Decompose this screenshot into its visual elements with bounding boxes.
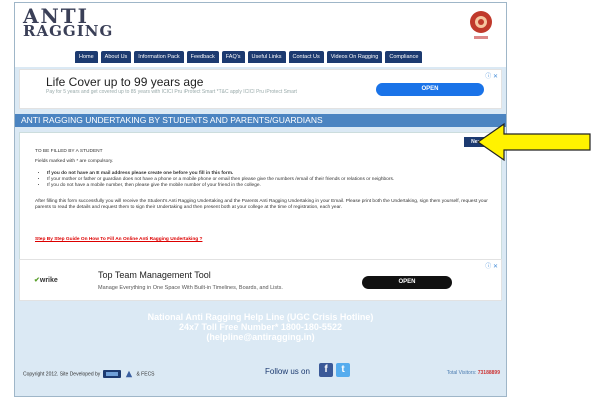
- page-frame: ANTI RAGGING Home About Us Information P…: [14, 2, 507, 397]
- visitors-count: 73188899: [477, 370, 500, 376]
- nav-home[interactable]: Home: [75, 51, 98, 63]
- ad-banner-top[interactable]: ⓘ ✕ Life Cover up to 99 years age Pay fo…: [19, 69, 502, 109]
- nav-faqs[interactable]: FAQ's: [221, 51, 245, 63]
- ad-subtext: Manage Everything in One Space With Buil…: [98, 285, 283, 291]
- twitter-icon[interactable]: t: [336, 363, 350, 377]
- facebook-icon[interactable]: f: [319, 363, 333, 377]
- logo-line2: RAGGING: [23, 22, 114, 40]
- ugc-emblem-icon: [466, 9, 496, 43]
- guide-link[interactable]: Step By Step Guide On How To Fill An Onl…: [35, 237, 202, 243]
- nav-feedback[interactable]: Feedback: [186, 51, 219, 63]
- nav-information-pack[interactable]: Information Pack: [134, 51, 184, 63]
- pointer-arrow-icon: [476, 122, 591, 162]
- ad-subtext: Pay for 5 years and get covered up to 85…: [46, 89, 297, 95]
- wrike-logo: ✔wrike: [34, 277, 58, 284]
- nav-videos-on-ragging[interactable]: Videos On Ragging: [326, 51, 383, 63]
- follow-us-label: Follow us on: [265, 367, 310, 376]
- instructions-paragraph: After filling this form successfully you…: [35, 199, 488, 210]
- helpline-info: National Anti Ragging Help Line (UGC Cri…: [15, 312, 506, 342]
- ad-open-button[interactable]: OPEN: [362, 276, 452, 289]
- undertaking-form: Next TO BE FILLED BY A STUDENT Fields ma…: [19, 132, 502, 260]
- nav-compliance[interactable]: Compliance: [385, 51, 423, 63]
- nav-about-us[interactable]: About Us: [100, 51, 132, 63]
- copyright: Copyright 2012. Site Developed by & FECS: [23, 370, 155, 378]
- visitors-label: Total Visitors:: [446, 370, 477, 376]
- ad-open-button[interactable]: OPEN: [376, 83, 484, 96]
- adchoices-icon[interactable]: ⓘ ✕: [485, 261, 498, 270]
- partner-text: & FECS: [136, 371, 155, 378]
- helpline-email[interactable]: (helpline@antiragging.in): [15, 332, 506, 342]
- nav-useful-links[interactable]: Useful Links: [247, 51, 286, 63]
- ad-banner-bottom[interactable]: ⓘ ✕ ✔wrike Top Team Management Tool Mana…: [19, 259, 502, 301]
- footer: Copyright 2012. Site Developed by & FECS…: [15, 358, 506, 396]
- list-item: If you do not have a mobile number, then…: [47, 183, 495, 189]
- section-title: ANTI RAGGING UNDERTAKING BY STUDENTS AND…: [15, 114, 506, 127]
- ad-headline[interactable]: Top Team Management Tool: [98, 270, 211, 280]
- mandatory-note: Fields marked with * are compulsory.: [35, 159, 114, 164]
- main-nav: Home About Us Information Pack Feedback …: [75, 51, 423, 63]
- form-heading: TO BE FILLED BY A STUDENT: [35, 149, 103, 154]
- instructions-list: If you do not have an E mail address ple…: [35, 171, 495, 189]
- helpline-title: National Anti Ragging Help Line (UGC Cri…: [147, 312, 374, 322]
- site-logo[interactable]: ANTI RAGGING: [23, 6, 114, 40]
- helpline-number: 24x7 Toll Free Number* 1800-180-5522: [179, 322, 342, 332]
- copyright-text: Copyright 2012. Site Developed by: [23, 371, 101, 378]
- adchoices-icon[interactable]: ⓘ ✕: [485, 71, 498, 80]
- fecs-logo-icon[interactable]: [124, 370, 134, 378]
- visitor-counter: Total Visitors: 73188899: [447, 370, 500, 376]
- nav-contact-us[interactable]: Contact Us: [288, 51, 324, 63]
- ad-headline[interactable]: Life Cover up to 99 years age: [46, 75, 203, 89]
- header: ANTI RAGGING Home About Us Information P…: [15, 3, 506, 67]
- developer-logo-icon[interactable]: [102, 370, 121, 378]
